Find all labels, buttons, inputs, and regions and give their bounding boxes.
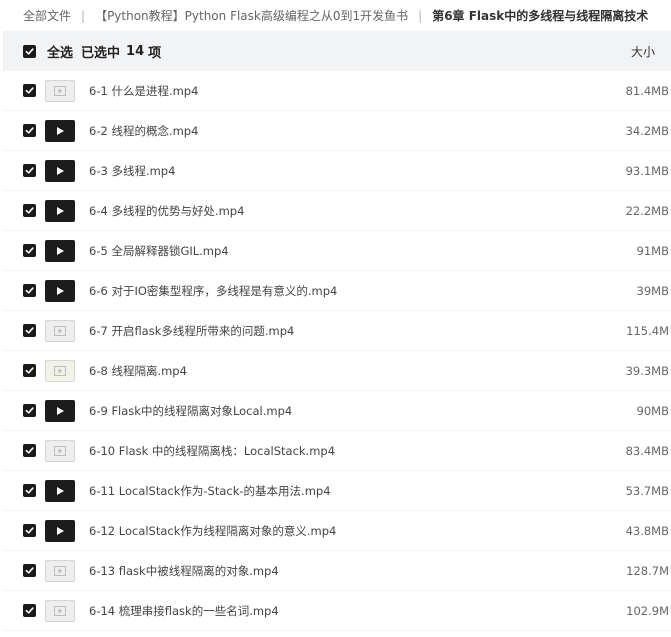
- file-name[interactable]: 6-5 全局解释器锁GIL.mp4: [89, 243, 229, 259]
- selected-unit: 项: [148, 45, 162, 61]
- selected-label: 已选中: [81, 45, 121, 61]
- video-play-icon: [45, 279, 75, 302]
- file-name[interactable]: 6-1 什么是进程.mp4: [89, 83, 198, 99]
- file-browser: 全部文件 | 【Python教程】Python Flask高级编程之从0到1开发…: [0, 0, 671, 637]
- select-all-label[interactable]: 全选: [47, 42, 73, 61]
- file-row[interactable]: 6-13 flask中被线程隔离的对象.mp4 128.7M: [3, 551, 671, 591]
- file-name[interactable]: 6-13 flask中被线程隔离的对象.mp4: [89, 563, 279, 579]
- file-row[interactable]: 6-3 多线程.mp4 93.1MB: [3, 151, 671, 191]
- file-name[interactable]: 6-7 开启flask多线程所带来的问题.mp4: [89, 323, 294, 339]
- file-row[interactable]: 6-1 什么是进程.mp4 81.4MB: [3, 71, 671, 111]
- file-size: 81.4MB: [625, 83, 669, 98]
- file-size: 83.4MB: [625, 443, 669, 458]
- row-checkbox[interactable]: [23, 244, 36, 257]
- file-row[interactable]: 6-9 Flask中的线程隔离对象Local.mp4 90MB: [3, 391, 671, 431]
- row-checkbox[interactable]: [23, 484, 36, 497]
- file-name[interactable]: 6-14 梳理串接flask的一些名词.mp4: [89, 603, 279, 619]
- file-name[interactable]: 6-8 线程隔离.mp4: [89, 363, 187, 379]
- row-checkbox[interactable]: [23, 404, 36, 417]
- file-name[interactable]: 6-2 线程的概念.mp4: [89, 123, 198, 139]
- file-row[interactable]: 6-5 全局解释器锁GIL.mp4 91MB: [3, 231, 671, 271]
- video-play-icon: [45, 159, 75, 182]
- video-play-icon: [45, 319, 75, 342]
- file-row[interactable]: 6-4 多线程的优势与好处.mp4 22.2MB: [3, 191, 671, 231]
- video-play-icon: [45, 239, 75, 262]
- row-checkbox[interactable]: [23, 124, 36, 137]
- row-checkbox[interactable]: [23, 324, 36, 337]
- video-play-icon: [45, 479, 75, 502]
- video-play-icon: [45, 399, 75, 422]
- file-size: 43.8MB: [625, 523, 669, 538]
- file-row[interactable]: 6-11 LocalStack作为-Stack-的基本用法.mp4 53.7MB: [3, 471, 671, 511]
- video-play-icon: [45, 119, 75, 142]
- file-size: 93.1MB: [625, 163, 669, 178]
- video-play-icon: [45, 439, 75, 462]
- selected-count: 14: [126, 43, 145, 59]
- row-checkbox[interactable]: [23, 524, 36, 537]
- file-row[interactable]: 6-7 开启flask多线程所带来的问题.mp4 115.4M: [3, 311, 671, 351]
- video-play-icon: [45, 519, 75, 542]
- file-size: 22.2MB: [625, 203, 669, 218]
- file-name[interactable]: 6-4 多线程的优势与好处.mp4: [89, 203, 244, 219]
- file-size: 128.7M: [626, 563, 669, 578]
- row-checkbox[interactable]: [23, 364, 36, 377]
- breadcrumb-current-folder: 第6章 Flask中的多线程与线程隔离技术: [432, 9, 649, 23]
- file-row[interactable]: 6-6 对于IO密集型程序，多线程是有意义的.mp4 39MB: [3, 271, 671, 311]
- video-play-icon: [45, 599, 75, 622]
- file-name[interactable]: 6-11 LocalStack作为-Stack-的基本用法.mp4: [89, 483, 331, 499]
- file-size: 115.4M: [626, 323, 669, 338]
- row-checkbox[interactable]: [23, 444, 36, 457]
- file-row[interactable]: 6-2 线程的概念.mp4 34.2MB: [3, 111, 671, 151]
- file-row[interactable]: 6-12 LocalStack作为线程隔离对象的意义.mp4 43.8MB: [3, 511, 671, 551]
- file-size: 34.2MB: [625, 123, 669, 138]
- file-row[interactable]: 6-10 Flask 中的线程隔离栈：LocalStack.mp4 83.4MB: [3, 431, 671, 471]
- video-play-icon: [45, 199, 75, 222]
- breadcrumb: 全部文件 | 【Python教程】Python Flask高级编程之从0到1开发…: [0, 0, 671, 31]
- breadcrumb-course-folder[interactable]: 【Python教程】Python Flask高级编程之从0到1开发鱼书: [95, 7, 408, 24]
- file-size: 91MB: [636, 243, 669, 258]
- file-name[interactable]: 6-3 多线程.mp4: [89, 163, 175, 179]
- file-size: 102.9M: [626, 603, 669, 618]
- file-name[interactable]: 6-6 对于IO密集型程序，多线程是有意义的.mp4: [89, 283, 337, 299]
- row-checkbox[interactable]: [23, 284, 36, 297]
- file-list: 6-1 什么是进程.mp4 81.4MB 6-2 线程的概念.mp4 34.2MB 6-…: [3, 71, 671, 631]
- file-name[interactable]: 6-12 LocalStack作为线程隔离对象的意义.mp4: [89, 523, 336, 539]
- list-header: 全选 已选中 14 项 大小: [3, 31, 671, 71]
- breadcrumb-separator: |: [81, 8, 86, 23]
- row-checkbox[interactable]: [23, 164, 36, 177]
- video-play-icon: [45, 559, 75, 582]
- file-row[interactable]: 6-8 线程隔离.mp4 39.3MB: [3, 351, 671, 391]
- breadcrumb-separator: |: [418, 8, 423, 23]
- row-checkbox[interactable]: [23, 604, 36, 617]
- video-play-icon: [45, 359, 75, 382]
- size-column-header[interactable]: 大小: [631, 43, 655, 60]
- file-size: 53.7MB: [625, 483, 669, 498]
- file-name[interactable]: 6-10 Flask 中的线程隔离栈：LocalStack.mp4: [89, 443, 335, 459]
- video-play-icon: [45, 79, 75, 102]
- row-checkbox[interactable]: [23, 564, 36, 577]
- file-size: 90MB: [636, 403, 669, 418]
- row-checkbox[interactable]: [23, 204, 36, 217]
- file-size: 39MB: [636, 283, 669, 298]
- row-checkbox[interactable]: [23, 84, 36, 97]
- breadcrumb-root[interactable]: 全部文件: [23, 7, 71, 24]
- file-name[interactable]: 6-9 Flask中的线程隔离对象Local.mp4: [89, 403, 292, 419]
- file-row[interactable]: 6-14 梳理串接flask的一些名词.mp4 102.9M: [3, 591, 671, 631]
- file-size: 39.3MB: [625, 363, 669, 378]
- select-all-checkbox[interactable]: [23, 44, 36, 58]
